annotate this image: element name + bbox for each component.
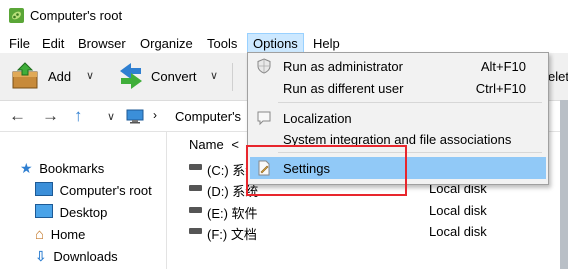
delete-label-partial[interactable]: elet	[548, 69, 568, 84]
menu-browser[interactable]: Browser	[78, 35, 126, 52]
breadcrumb-separator-icon: ›	[153, 108, 157, 122]
add-label: Add	[48, 69, 72, 84]
tree-item-label: Downloads	[53, 249, 118, 264]
menu-item-label: Localization	[283, 111, 352, 126]
file-type: Local disk	[429, 224, 487, 239]
menu-edit[interactable]: Edit	[42, 35, 64, 52]
menu-item-shortcut: Alt+F10	[480, 59, 526, 74]
menu-options[interactable]: Options	[247, 33, 304, 54]
tree-item-label: Computer's root	[59, 183, 152, 198]
add-archive-icon	[10, 62, 40, 93]
table-row[interactable]: (E:) 软件 Local disk	[189, 201, 567, 221]
up-arrow-icon[interactable]: ↑	[74, 106, 83, 126]
computer-icon	[126, 109, 144, 127]
menu-item-label: Run as administrator	[283, 59, 403, 74]
shield-icon	[256, 58, 272, 77]
table-row[interactable]: (F:) 文档 Local disk	[189, 222, 567, 242]
drive-icon	[189, 228, 202, 234]
menu-help[interactable]: Help	[313, 35, 340, 52]
menu-bar: File Edit Browser Organize Tools Options…	[0, 32, 568, 54]
drive-icon	[189, 164, 202, 170]
file-name: (F:) 文档	[207, 227, 257, 242]
file-name: (E:) 软件	[207, 206, 258, 221]
menu-file[interactable]: File	[9, 35, 30, 52]
home-icon: ⌂	[35, 226, 45, 243]
tree-item-bookmarks[interactable]: ★ Bookmarks	[20, 160, 104, 177]
drive-icon	[189, 207, 202, 213]
drive-icon	[189, 185, 202, 191]
column-header-name[interactable]: Name <	[189, 137, 239, 152]
window-edge	[560, 100, 568, 269]
title-bar: Computer's root	[0, 0, 568, 32]
tree-item-label: Desktop	[59, 205, 108, 220]
convert-dropdown-chevron-icon[interactable]: ∨	[210, 69, 218, 82]
menu-item-run-as-administrator[interactable]: Run as administrator Alt+F10	[250, 55, 546, 77]
breadcrumb-computer[interactable]: Computer's	[175, 109, 241, 124]
desktop-icon	[35, 204, 53, 218]
menu-separator	[278, 102, 542, 103]
navigation-tree: ★ Bookmarks Computer's root Desktop ⌂ Ho…	[0, 132, 167, 269]
history-chevron-icon[interactable]: ∨	[107, 110, 115, 123]
tree-item-desktop[interactable]: Desktop	[35, 204, 107, 220]
speech-bubble-icon	[256, 110, 272, 129]
download-icon: ⇩	[35, 248, 47, 264]
menu-item-shortcut: Ctrl+F10	[475, 81, 526, 96]
computer-icon	[35, 182, 53, 196]
convert-label: Convert	[151, 69, 197, 84]
column-header-label: Name	[189, 137, 224, 152]
highlight-annotation-box	[246, 145, 407, 196]
window-title: Computer's root	[30, 8, 123, 23]
menu-item-run-as-different-user[interactable]: Run as different user Ctrl+F10	[250, 77, 546, 99]
add-dropdown-chevron-icon[interactable]: ∨	[86, 69, 94, 82]
menu-item-localization[interactable]: Localization	[250, 107, 546, 129]
menu-organize[interactable]: Organize	[140, 35, 193, 52]
add-button[interactable]: Add	[8, 58, 84, 96]
file-type: Local disk	[429, 203, 487, 218]
menu-item-label: Run as different user	[283, 81, 404, 96]
toolbar-separator	[232, 63, 233, 91]
menu-tools[interactable]: Tools	[207, 35, 237, 52]
tree-item-label: Home	[50, 227, 86, 242]
tree-item-label: Bookmarks	[39, 161, 105, 176]
tree-item-computers-root[interactable]: Computer's root	[35, 182, 152, 198]
tree-item-home[interactable]: ⌂ Home	[35, 226, 85, 243]
convert-button[interactable]: Convert	[115, 58, 200, 96]
sort-ascending-icon: <	[231, 137, 239, 152]
tree-item-downloads[interactable]: ⇩ Downloads	[35, 248, 118, 265]
star-icon: ★	[20, 160, 33, 176]
back-arrow-icon[interactable]: ←	[9, 106, 26, 126]
convert-arrows-icon	[117, 61, 145, 94]
forward-arrow-icon[interactable]: →	[42, 106, 59, 126]
app-logo-icon	[9, 8, 24, 23]
